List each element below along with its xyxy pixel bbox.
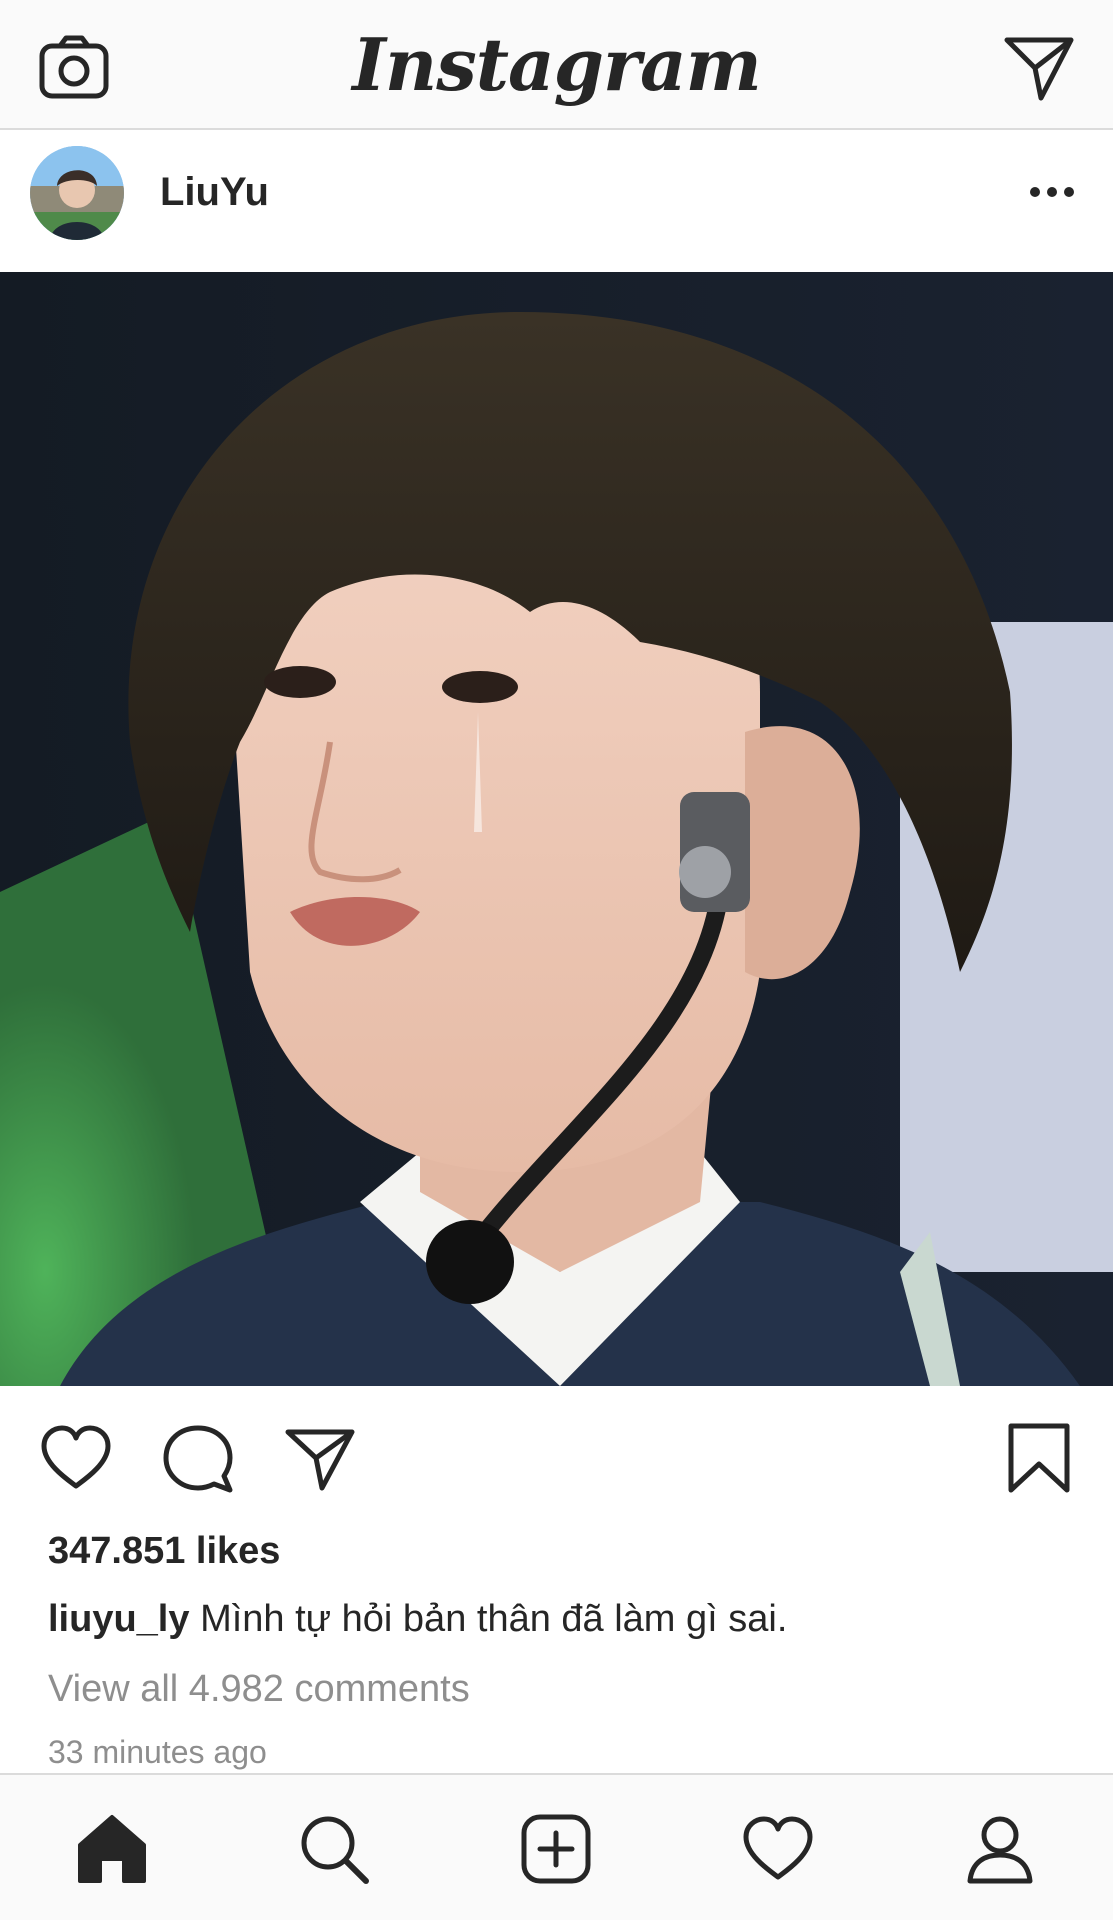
post-action-bar: [0, 1386, 1113, 1526]
comment-icon[interactable]: [160, 1420, 236, 1496]
post-timestamp: 33 minutes ago: [48, 1734, 267, 1770]
caption-username[interactable]: liuyu_ly: [48, 1598, 190, 1640]
view-comments-link[interactable]: View all 4.982 comments: [48, 1668, 470, 1711]
share-icon[interactable]: [282, 1420, 358, 1496]
bookmark-icon[interactable]: [1001, 1420, 1077, 1496]
more-options-icon[interactable]: [1029, 182, 1075, 202]
post-caption: liuyu_ly Mình tự hỏi bản thân đã làm gì …: [48, 1598, 787, 1641]
profile-icon[interactable]: [962, 1811, 1038, 1887]
post-header: LiuYu: [0, 130, 1113, 272]
new-post-icon[interactable]: [518, 1811, 594, 1887]
top-app-bar: Instagram: [0, 0, 1113, 130]
direct-message-icon[interactable]: [1001, 30, 1077, 106]
search-icon[interactable]: [296, 1811, 372, 1887]
caption-text: Mình tự hỏi bản thân đã làm gì sai.: [200, 1598, 788, 1640]
home-icon[interactable]: [74, 1811, 150, 1887]
heart-icon[interactable]: [38, 1420, 114, 1496]
bottom-navigation: [0, 1773, 1113, 1920]
activity-icon[interactable]: [740, 1811, 816, 1887]
post-photo[interactable]: [0, 272, 1113, 1386]
post-username[interactable]: LiuYu: [160, 170, 269, 215]
app-logo: Instagram: [352, 22, 762, 107]
likes-count[interactable]: 347.851 likes: [48, 1530, 280, 1573]
avatar[interactable]: [30, 146, 124, 240]
